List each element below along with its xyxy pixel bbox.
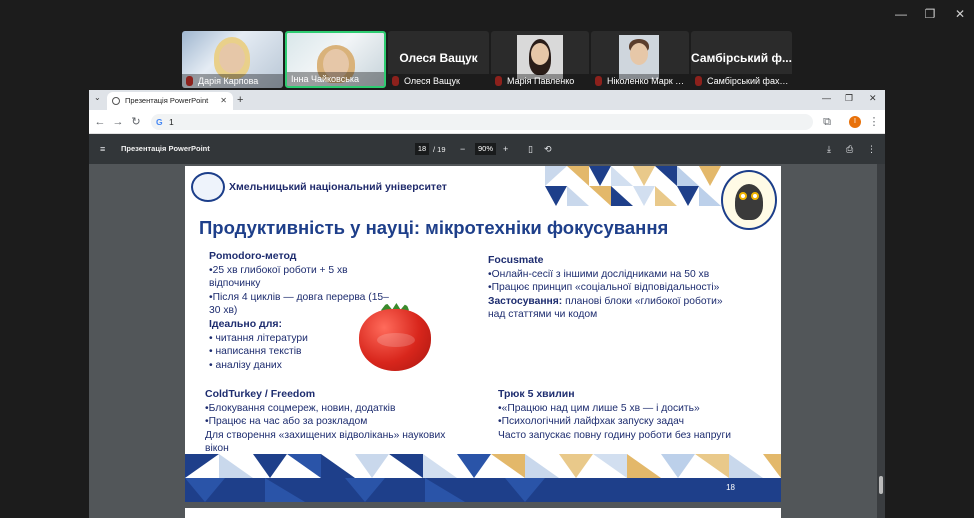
timer-dial — [377, 333, 415, 347]
pomodoro-line: •25 хв глибокої роботи + 5 хв — [209, 264, 348, 276]
participant-video — [517, 35, 563, 79]
browser-close-icon[interactable]: ✕ — [869, 93, 877, 104]
participant-name: Марія Павленко — [491, 74, 589, 88]
pdf-toolbar: ≡ Презентація PowerPoint 18 / 19 − 90% +… — [89, 134, 885, 164]
person-face — [531, 43, 549, 65]
university-logo — [191, 172, 225, 202]
pdf-title: Презентація PowerPoint — [121, 144, 210, 153]
address-bar[interactable]: G 1 — [151, 114, 813, 130]
print-icon[interactable]: ⎙ — [846, 143, 853, 155]
coldturkey-line: •Працює на час або за розкладом — [205, 416, 368, 428]
forward-icon[interactable]: → — [111, 115, 125, 129]
meeting-restore-icon[interactable]: ❐ — [922, 6, 938, 22]
university-name: Хмельницький національний університет — [229, 181, 447, 193]
pomodoro-line: відпочинку — [209, 278, 261, 290]
tab-title: Презентація PowerPoint — [125, 96, 209, 105]
apply-text: планові блоки «глибокої роботи» — [562, 295, 723, 307]
google-icon: G — [156, 117, 163, 127]
rotate-icon[interactable]: ⟲ — [544, 143, 552, 155]
slide-page: Хмельницький національний університет Пр… — [185, 166, 781, 502]
participant-tile[interactable]: Ніколенко Марк СФ Х... — [591, 31, 689, 88]
apply-label: Застосування: — [488, 295, 563, 307]
zoom-input[interactable]: 90% — [475, 143, 496, 155]
extensions-icon[interactable]: ⧉ — [820, 115, 834, 129]
coldturkey-line: Для створення «захищених відволікань» на… — [205, 429, 446, 441]
focusmate-block: Focusmate •Онлайн-сесії з іншими дослідн… — [488, 254, 778, 322]
browser-tab[interactable]: Презентація PowerPoint ✕ — [107, 92, 233, 110]
browser-toolbar: ← → ↻ G 1 ⧉ I ⋮ — [89, 110, 885, 134]
pdf-more-icon[interactable]: ⋮ — [867, 143, 876, 155]
url-text: 1 — [169, 117, 174, 127]
zoom-in-icon[interactable]: + — [503, 143, 508, 155]
focusmate-heading: Focusmate — [488, 254, 544, 266]
pomodoro-heading: Pomodoro-метод — [209, 250, 297, 262]
meeting-close-icon[interactable]: ✕ — [952, 6, 968, 22]
participant-tile[interactable]: Самбірський ф... Самбірський фаховий... — [691, 31, 792, 88]
focusmate-line: над статтями чи кодом — [488, 309, 598, 321]
owl-logo-icon — [735, 184, 763, 220]
scrollbar-thumb[interactable] — [879, 476, 883, 494]
participant-tile[interactable]: Марія Павленко — [491, 31, 589, 88]
person-face — [219, 43, 245, 73]
page-number-input[interactable]: 18 — [415, 143, 429, 155]
participant-name: Ніколенко Марк СФ Х... — [591, 74, 689, 88]
participant-name: Самбірський фаховий... — [691, 74, 792, 88]
coldturkey-line: •Блокування соцмереж, новин, додатків — [205, 402, 396, 414]
owl-eye-icon — [751, 192, 759, 200]
profile-avatar[interactable]: I — [849, 116, 861, 128]
five-minute-line: •Психологічний лайфхак запуску задач — [498, 416, 684, 428]
browser-menu-icon[interactable]: ⋮ — [867, 115, 881, 129]
five-minute-line: Часто запускає повну годину роботи без н… — [498, 429, 731, 441]
coldturkey-heading: ColdTurkey / Freedom — [205, 388, 316, 400]
screen: — ❐ ✕ Дарія Карпова Інна Чайковська Олес… — [0, 0, 974, 518]
slide-page-number: 18 — [726, 483, 735, 492]
participant-name: Олеся Ващук — [388, 74, 489, 88]
pomodoro-line: •Після 4 циклів — довга перерва (15– — [209, 291, 389, 303]
browser-restore-icon[interactable]: ❐ — [845, 93, 853, 104]
five-minute-line: •«Працюю над цим лише 5 хв — і досить» — [498, 402, 700, 414]
coldturkey-block: ColdTurkey / Freedom •Блокування соцмере… — [205, 388, 495, 456]
focusmate-line: •Онлайн-сесії з іншими дослідниками на 5… — [488, 268, 710, 280]
browser-minimize-icon[interactable]: — — [822, 93, 831, 103]
reload-icon[interactable]: ↻ — [129, 115, 143, 129]
pdf-viewer[interactable]: Хмельницький національний університет Пр… — [89, 164, 885, 518]
download-icon[interactable]: ⤓ — [827, 143, 831, 155]
next-slide-page — [185, 508, 781, 518]
tomato-timer-icon — [359, 309, 431, 371]
tab-close-icon[interactable]: ✕ — [220, 92, 227, 110]
tab-bar: ⌄ Презентація PowerPoint ✕ + — ❐ ✕ — [89, 90, 885, 110]
focusmate-line: •Працює принцип «соціальної відповідальн… — [488, 282, 720, 294]
focusmate-line: Застосування: планові блоки «глибокої ро… — [488, 295, 778, 309]
participant-tile-active[interactable]: Інна Чайковська — [285, 31, 386, 88]
owl-eye-icon — [739, 192, 747, 200]
fit-page-icon[interactable]: ▯ — [528, 143, 533, 155]
person-face — [630, 43, 648, 65]
tab-search-chevron-icon[interactable]: ⌄ — [94, 93, 101, 102]
five-minute-block: Трюк 5 хвилин •«Працюю над цим лише 5 хв… — [498, 388, 778, 442]
zoom-out-icon[interactable]: − — [460, 143, 465, 155]
participant-name: Інна Чайковська — [287, 72, 384, 86]
participant-tile[interactable]: Олеся Ващук Олеся Ващук — [388, 31, 489, 88]
tab-favicon-icon — [112, 97, 120, 105]
meeting-minimize-icon[interactable]: — — [893, 6, 909, 22]
slide-title: Продуктивність у науці: мікротехніки фок… — [199, 217, 669, 238]
participant-display-name: Олеся Ващук — [399, 51, 478, 65]
participant-video — [619, 35, 659, 79]
pdf-menu-icon[interactable]: ≡ — [100, 143, 105, 155]
participant-display-name: Самбірський ф... — [691, 51, 792, 65]
page-total: / 19 — [433, 145, 446, 154]
participant-tile[interactable]: Дарія Карпова — [182, 31, 283, 88]
participant-name: Дарія Карпова — [182, 74, 283, 88]
slide-pattern-bottom — [185, 454, 781, 502]
new-tab-button[interactable]: + — [237, 93, 243, 107]
browser-window: ⌄ Презентація PowerPoint ✕ + — ❐ ✕ ← → ↻… — [89, 90, 885, 518]
back-icon[interactable]: ← — [93, 115, 107, 129]
scrollbar[interactable] — [877, 164, 885, 518]
five-minute-heading: Трюк 5 хвилин — [498, 388, 575, 400]
